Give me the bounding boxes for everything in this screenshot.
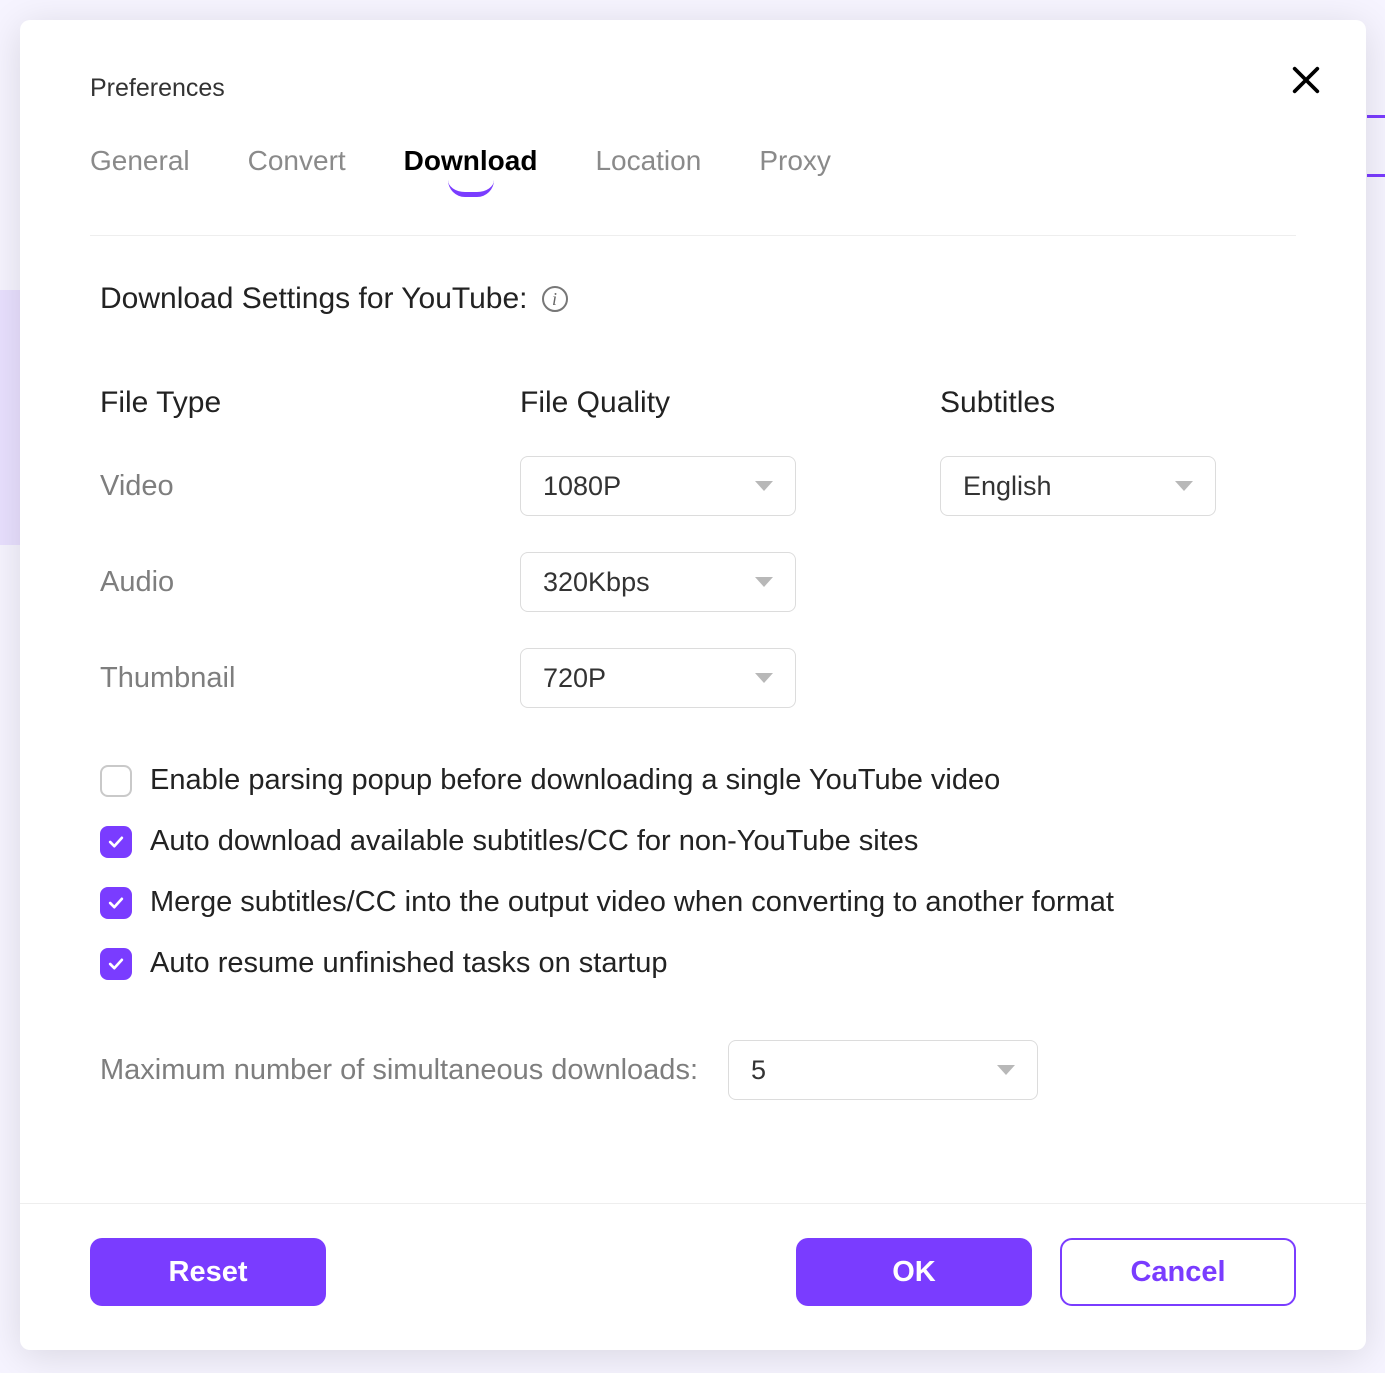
header-divider (90, 235, 1296, 236)
tab-download[interactable]: Download (404, 145, 538, 191)
section-heading-text: Download Settings for YouTube: (100, 282, 528, 316)
checkbox-label: Enable parsing popup before downloading … (150, 764, 1000, 797)
close-icon (1289, 63, 1323, 97)
select-audio-quality-value: 320Kbps (543, 567, 650, 598)
column-filetype: File Type (100, 386, 520, 420)
select-audio-quality[interactable]: 320Kbps (520, 552, 796, 612)
dialog-title: Preferences (90, 74, 1296, 103)
checkbox-icon (100, 765, 132, 797)
checkbox-auto-subtitles[interactable]: Auto download available subtitles/CC for… (100, 825, 1286, 858)
close-button[interactable] (1282, 56, 1330, 104)
select-max-downloads[interactable]: 5 (728, 1040, 1038, 1100)
checkbox-merge-subtitles[interactable]: Merge subtitles/CC into the output video… (100, 886, 1286, 919)
chevron-down-icon (1175, 481, 1193, 491)
checkbox-auto-resume[interactable]: Auto resume unfinished tasks on startup (100, 947, 1286, 980)
background-block (0, 290, 20, 545)
select-thumbnail-quality-value: 720P (543, 663, 606, 694)
tab-general[interactable]: General (90, 145, 190, 191)
preferences-dialog: Preferences General Convert Download Loc… (20, 20, 1366, 1350)
checkbox-label: Auto resume unfinished tasks on startup (150, 947, 667, 980)
checkbox-icon (100, 826, 132, 858)
column-filequality: File Quality (520, 386, 940, 420)
select-thumbnail-quality[interactable]: 720P (520, 648, 796, 708)
tab-location[interactable]: Location (595, 145, 701, 191)
section-heading: Download Settings for YouTube: i (100, 282, 1286, 316)
max-downloads-label: Maximum number of simultaneous downloads… (100, 1054, 698, 1087)
ok-button[interactable]: OK (796, 1238, 1032, 1306)
chevron-down-icon (997, 1065, 1015, 1075)
label-thumbnail: Thumbnail (100, 662, 520, 695)
column-subtitles: Subtitles (940, 386, 1286, 420)
reset-button[interactable]: Reset (90, 1238, 326, 1306)
checkbox-label: Auto download available subtitles/CC for… (150, 825, 918, 858)
tab-convert[interactable]: Convert (248, 145, 346, 191)
checkbox-icon (100, 887, 132, 919)
select-subtitles-value: English (963, 471, 1052, 502)
tab-proxy[interactable]: Proxy (759, 145, 831, 191)
chevron-down-icon (755, 673, 773, 683)
select-video-quality[interactable]: 1080P (520, 456, 796, 516)
chevron-down-icon (755, 577, 773, 587)
cancel-button[interactable]: Cancel (1060, 1238, 1296, 1306)
info-icon[interactable]: i (542, 286, 568, 312)
label-audio: Audio (100, 566, 520, 599)
tabs: General Convert Download Location Proxy (90, 145, 1296, 191)
checkbox-label: Merge subtitles/CC into the output video… (150, 886, 1114, 919)
checkbox-parsing-popup[interactable]: Enable parsing popup before downloading … (100, 764, 1286, 797)
background-accent (1367, 115, 1385, 177)
chevron-down-icon (755, 481, 773, 491)
checkbox-icon (100, 948, 132, 980)
select-subtitles[interactable]: English (940, 456, 1216, 516)
select-max-downloads-value: 5 (751, 1055, 766, 1086)
label-video: Video (100, 470, 520, 503)
select-video-quality-value: 1080P (543, 471, 621, 502)
